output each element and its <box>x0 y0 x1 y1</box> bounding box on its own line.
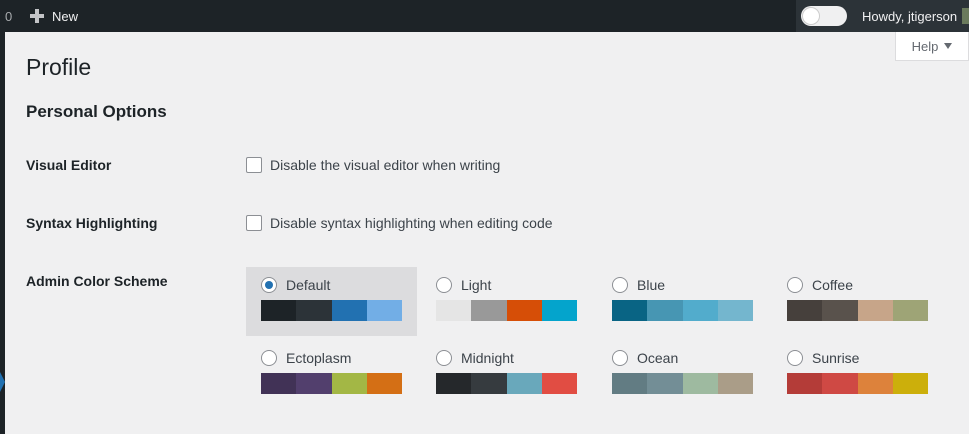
account-zone: Howdy, jtigerson <box>796 0 969 32</box>
new-content-button[interactable]: New <box>30 0 78 32</box>
color-swatch <box>296 300 332 321</box>
color-swatch <box>471 373 507 394</box>
syntax-highlighting-checkbox-label: Disable syntax highlighting when editing… <box>270 215 553 231</box>
color-scheme-name: Midnight <box>461 350 514 366</box>
section-title: Personal Options <box>26 102 167 121</box>
color-scheme-label-row[interactable]: Sunrise <box>787 350 859 366</box>
color-swatch <box>857 300 893 321</box>
visual-editor-label: Visual Editor <box>26 157 112 173</box>
visual-editor-option[interactable]: Disable the visual editor when writing <box>246 157 500 173</box>
color-swatch <box>787 373 823 394</box>
color-swatch <box>331 373 367 394</box>
color-swatches <box>261 300 402 321</box>
page-title: Profile <box>26 54 92 80</box>
color-swatches <box>787 300 928 321</box>
color-swatch <box>366 300 402 321</box>
color-scheme-label-row[interactable]: Coffee <box>787 277 853 293</box>
main-content: Help Profile Personal Options Visual Edi… <box>5 32 969 434</box>
color-swatch <box>331 300 367 321</box>
visual-editor-checkbox-label: Disable the visual editor when writing <box>270 157 501 173</box>
color-scheme-name: Ectoplasm <box>286 350 352 366</box>
color-scheme-radio[interactable] <box>787 350 803 366</box>
color-swatches <box>436 373 577 394</box>
color-scheme-label-row[interactable]: Ocean <box>612 350 678 366</box>
color-swatch <box>366 373 402 394</box>
color-scheme-sunrise[interactable]: Sunrise <box>772 340 943 409</box>
color-swatches <box>612 373 753 394</box>
color-scheme-radio[interactable] <box>436 277 452 293</box>
help-label: Help <box>911 38 939 54</box>
color-swatch <box>261 373 297 394</box>
color-swatch <box>892 373 928 394</box>
color-swatch <box>612 373 648 394</box>
admin-color-scheme-label: Admin Color Scheme <box>26 273 168 289</box>
color-scheme-label-row[interactable]: Light <box>436 277 491 293</box>
color-scheme-label-row[interactable]: Midnight <box>436 350 514 366</box>
syntax-highlighting-checkbox[interactable] <box>246 215 262 231</box>
color-swatch <box>717 373 753 394</box>
syntax-highlighting-label: Syntax Highlighting <box>26 215 158 231</box>
color-scheme-ocean[interactable]: Ocean <box>597 340 768 409</box>
color-swatch <box>541 373 577 394</box>
color-swatch <box>471 300 507 321</box>
color-scheme-midnight[interactable]: Midnight <box>421 340 592 409</box>
color-scheme-radio[interactable] <box>436 350 452 366</box>
color-swatches <box>436 300 577 321</box>
color-swatch <box>436 300 472 321</box>
color-swatch <box>612 300 648 321</box>
color-scheme-radio[interactable] <box>612 277 628 293</box>
syntax-highlighting-option[interactable]: Disable syntax highlighting when editing… <box>246 215 553 231</box>
color-scheme-name: Coffee <box>812 277 853 293</box>
color-scheme-blue[interactable]: Blue <box>597 267 768 336</box>
color-scheme-coffee[interactable]: Coffee <box>772 267 943 336</box>
color-scheme-radio[interactable] <box>787 277 803 293</box>
avatar[interactable] <box>962 8 969 24</box>
color-swatch <box>647 300 683 321</box>
color-swatch <box>682 373 718 394</box>
color-scheme-name: Sunrise <box>812 350 860 366</box>
color-scheme-name: Ocean <box>637 350 679 366</box>
color-swatch <box>261 300 297 321</box>
color-swatch <box>682 300 718 321</box>
color-swatch <box>717 300 753 321</box>
color-scheme-radio[interactable] <box>261 350 277 366</box>
color-scheme-radio[interactable] <box>261 277 277 293</box>
color-swatches <box>612 300 753 321</box>
color-scheme-label-row[interactable]: Ectoplasm <box>261 350 351 366</box>
visual-editor-checkbox[interactable] <box>246 157 262 173</box>
toggle-switch[interactable] <box>801 6 847 26</box>
color-scheme-name: Light <box>461 277 492 293</box>
plus-icon <box>30 9 44 23</box>
color-scheme-label-row[interactable]: Blue <box>612 277 665 293</box>
updates-count[interactable]: 0 <box>5 9 12 24</box>
color-swatch <box>857 373 893 394</box>
color-swatch <box>436 373 472 394</box>
color-swatch <box>647 373 683 394</box>
color-scheme-label-row[interactable]: Default <box>261 277 330 293</box>
color-swatch <box>892 300 928 321</box>
color-swatch <box>506 373 542 394</box>
help-button[interactable]: Help <box>895 32 969 61</box>
color-swatch <box>822 300 858 321</box>
howdy-user-link[interactable]: Howdy, jtigerson <box>862 9 957 24</box>
color-scheme-light[interactable]: Light <box>421 267 592 336</box>
color-scheme-name: Blue <box>637 277 666 293</box>
caret-down-icon <box>944 43 953 49</box>
color-scheme-default[interactable]: Default <box>246 267 417 336</box>
color-swatches <box>261 373 402 394</box>
admin-bar: 0 New Howdy, jtigerson <box>0 0 969 32</box>
color-swatch <box>506 300 542 321</box>
color-scheme-ectoplasm[interactable]: Ectoplasm <box>246 340 417 409</box>
new-label: New <box>52 8 79 24</box>
color-swatches <box>787 373 928 394</box>
color-swatch <box>541 300 577 321</box>
color-scheme-name: Default <box>286 277 331 293</box>
color-swatch <box>822 373 858 394</box>
color-swatch <box>296 373 332 394</box>
toggle-knob <box>803 8 819 24</box>
color-scheme-radio[interactable] <box>612 350 628 366</box>
color-swatch <box>787 300 823 321</box>
